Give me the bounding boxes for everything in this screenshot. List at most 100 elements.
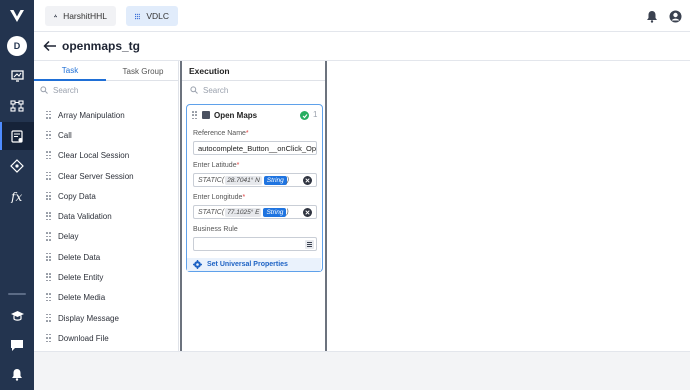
task-item-label: Copy Data <box>58 191 96 201</box>
task-item-label: Delete Entity <box>58 273 104 283</box>
user-avatar[interactable]: D <box>7 36 27 56</box>
drag-handle-icon[interactable] <box>46 333 51 343</box>
notification-bell-icon[interactable] <box>0 360 34 388</box>
task-item[interactable]: Call <box>34 125 179 145</box>
execution-search[interactable]: Search <box>190 83 228 97</box>
latitude-value: 28.7041° N <box>225 175 262 185</box>
task-item-label: Delete Media <box>58 293 106 303</box>
integrations-icon[interactable] <box>0 152 34 180</box>
task-item-label: Download File <box>58 333 109 343</box>
svg-text:fx: fx <box>10 190 22 203</box>
learning-icon[interactable] <box>0 302 34 330</box>
task-item[interactable]: Delete Data <box>34 247 179 267</box>
task-item[interactable]: Data Validation <box>34 206 179 226</box>
open-maps-task-card[interactable]: Open Maps 1 Reference Name* autocomplete… <box>186 104 323 272</box>
app-name: VDLC <box>146 11 169 21</box>
chat-icon[interactable] <box>0 331 34 359</box>
latitude-prefix: STATIC( <box>198 176 225 184</box>
drag-handle-icon[interactable] <box>46 130 51 140</box>
task-item-label: Delay <box>58 232 79 242</box>
vdlc-logo[interactable] <box>0 0 34 32</box>
ui-builder-icon[interactable] <box>0 62 34 90</box>
tab-task-group[interactable]: Task Group <box>107 61 179 81</box>
app-grid-icon <box>135 13 141 19</box>
task-item[interactable]: Clear Local Session <box>34 146 179 166</box>
drag-handle-icon[interactable] <box>46 212 51 221</box>
latitude-input[interactable]: STATIC( 28.7041° N String ) <box>193 173 317 187</box>
title-bar: openmaps_tg <box>34 32 690 61</box>
longitude-label: Enter Longitude* <box>193 194 246 201</box>
reference-name-input[interactable]: autocomplete_Button__onClick_Ope <box>193 141 317 155</box>
functions-icon[interactable]: fx <box>0 182 34 210</box>
rail-divider <box>8 293 26 295</box>
app-switcher[interactable]: VDLC <box>126 6 178 26</box>
task-item[interactable]: Array Manipulation <box>34 105 179 125</box>
task-item-label: Array Manipulation <box>58 110 125 120</box>
user-menu-icon[interactable] <box>666 7 684 25</box>
drag-handle-icon[interactable] <box>46 110 51 120</box>
task-item[interactable]: Download File <box>34 328 179 348</box>
drag-handle-icon[interactable] <box>46 252 51 262</box>
drag-handle-icon[interactable] <box>46 232 51 241</box>
card-count: 1 <box>313 110 318 119</box>
longitude-suffix: ) <box>286 208 289 216</box>
clear-latitude-icon[interactable] <box>303 176 312 185</box>
drag-handle-icon[interactable] <box>46 171 51 181</box>
drag-handle-icon[interactable] <box>46 191 51 201</box>
rule-list-icon[interactable] <box>305 240 314 249</box>
reference-name-label-text: Reference Name <box>193 130 246 137</box>
task-list: Array Manipulation Call Clear Local Sessio… <box>34 105 179 349</box>
drag-handle-icon[interactable] <box>46 313 51 323</box>
task-item[interactable]: Delete Entity <box>34 267 179 287</box>
alerts-bell-icon[interactable] <box>643 7 661 25</box>
latitude-suffix: ) <box>286 176 290 184</box>
task-tabs: Task Task Group <box>34 61 179 81</box>
back-arrow-icon[interactable] <box>43 39 57 53</box>
footer-bar <box>34 351 690 390</box>
left-rail: D fx <box>0 0 34 390</box>
check-circle-icon <box>300 111 309 120</box>
task-item[interactable]: Display Message <box>34 308 179 328</box>
task-item-label: Display Message <box>58 313 119 323</box>
execution-search-input[interactable]: Search <box>203 86 228 95</box>
drag-handle-icon[interactable] <box>46 151 51 160</box>
task-item[interactable]: Delay <box>34 227 179 247</box>
task-item[interactable]: Copy Data <box>34 186 179 206</box>
latitude-label: Enter Latitude* <box>193 162 240 169</box>
clear-longitude-icon[interactable] <box>303 208 312 217</box>
drag-handle-icon[interactable] <box>46 293 51 302</box>
workflow-canvas[interactable] <box>329 61 690 351</box>
drag-handle-icon[interactable] <box>46 273 51 282</box>
execution-panel: Execution Search Open Maps 1 Reference N… <box>180 61 327 351</box>
top-bar: HarshitHHL VDLC <box>34 0 690 32</box>
org-name: HarshitHHL <box>63 11 107 21</box>
latitude-expression: STATIC( 28.7041° N String ) <box>198 175 290 185</box>
task-search-input[interactable]: Search <box>53 86 78 95</box>
longitude-expression: STATIC( 77.1025° E String ) <box>198 207 289 217</box>
set-universal-properties-button[interactable]: Set Universal Properties <box>187 258 321 271</box>
task-item[interactable]: Clear Server Session <box>34 166 179 186</box>
task-item[interactable]: Delete Media <box>34 288 179 308</box>
workflow-icon[interactable] <box>0 92 34 120</box>
longitude-value: 77.1025° E <box>225 207 262 217</box>
task-item-label: Data Validation <box>58 212 112 222</box>
task-item-label: Clear Local Session <box>58 151 130 161</box>
longitude-input[interactable]: STATIC( 77.1025° E String ) <box>193 205 317 219</box>
drag-handle-icon[interactable] <box>192 111 197 120</box>
task-type-icon <box>202 111 210 119</box>
org-switcher[interactable]: HarshitHHL <box>45 6 116 26</box>
task-panel: Task Task Group Search Array Manipulatio… <box>34 61 179 351</box>
card-title: Open Maps <box>214 111 258 120</box>
set-universal-properties-label: Set Universal Properties <box>207 261 288 268</box>
longitude-prefix: STATIC( <box>198 208 225 216</box>
tab-task[interactable]: Task <box>34 61 106 81</box>
task-item-label: Clear Server Session <box>58 171 134 181</box>
organization-icon <box>54 14 57 18</box>
latitude-type-badge: String <box>263 175 287 185</box>
business-rule-input[interactable] <box>193 237 317 251</box>
tasks-icon[interactable] <box>0 122 34 150</box>
latitude-label-text: Enter Latitude <box>193 162 237 169</box>
longitude-type-badge: String <box>263 207 287 217</box>
search-icon <box>190 86 198 94</box>
task-search[interactable]: Search <box>40 83 78 97</box>
